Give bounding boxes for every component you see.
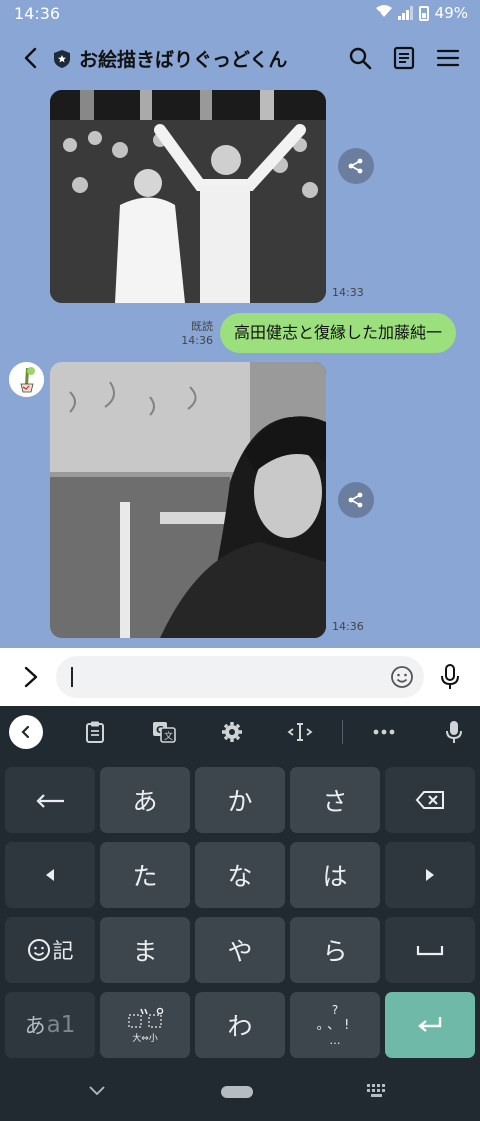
- share-button-2[interactable]: [338, 482, 374, 518]
- chat-area[interactable]: 14:33 既読 14:36 高田健志と復縁した加藤純一 14:36: [0, 88, 480, 648]
- dakuten-sub-label: 大⇔小: [132, 1033, 158, 1044]
- message-image-portrait[interactable]: [50, 362, 326, 638]
- message-input[interactable]: [56, 656, 424, 698]
- clipboard-icon: [86, 721, 104, 743]
- crowd-photo: [50, 90, 326, 303]
- emoji-symbol-key[interactable]: 記: [5, 917, 95, 983]
- key-ta[interactable]: た: [100, 842, 190, 908]
- share-icon: [348, 492, 363, 508]
- text-cursor-icon: [287, 723, 313, 741]
- status-bar: 14:36 5 49%: [0, 0, 480, 28]
- mic-icon[interactable]: [440, 663, 460, 691]
- dakuten-key[interactable]: 大⇔小: [100, 992, 190, 1058]
- battery-icon: [418, 5, 429, 21]
- keyboard-toolbar: G文: [0, 706, 480, 758]
- translate-icon: G文: [153, 722, 176, 743]
- dakuten-icon: [128, 1007, 164, 1028]
- collapse-keyboard-icon[interactable]: [89, 1086, 105, 1096]
- expand-chevron-icon[interactable]: [22, 665, 40, 689]
- read-label: 既読: [191, 320, 213, 333]
- key-na[interactable]: な: [195, 842, 285, 908]
- toolbar-divider: [342, 720, 343, 744]
- left-arrow-key[interactable]: [5, 842, 95, 908]
- message-image-crowd[interactable]: [50, 90, 326, 303]
- system-nav-bar: [0, 1071, 480, 1121]
- message-time-2: 14:36: [181, 334, 213, 347]
- settings-icon: [222, 722, 242, 742]
- share-icon: [348, 158, 363, 174]
- mic-icon: [446, 721, 462, 743]
- clipboard-button[interactable]: [81, 718, 109, 746]
- key-ka[interactable]: か: [195, 767, 285, 833]
- shield-icon: [54, 50, 70, 68]
- emoji-face-icon: [27, 939, 50, 961]
- emoji-icon[interactable]: [390, 665, 414, 689]
- space-key[interactable]: [385, 917, 475, 983]
- svg-text:文: 文: [164, 730, 173, 742]
- more-button[interactable]: [370, 718, 398, 746]
- battery-percent: 49%: [434, 4, 468, 22]
- emoji-key-label: 記: [52, 939, 74, 963]
- punctuation-key[interactable]: ? 。、! …: [290, 992, 380, 1058]
- status-time: 14:36: [14, 4, 61, 23]
- punct-main-label: 。、!: [316, 1018, 354, 1033]
- undo-key[interactable]: [5, 767, 95, 833]
- key-ra[interactable]: ら: [290, 917, 380, 983]
- left-arrow-icon: [46, 869, 54, 881]
- enter-key[interactable]: [385, 992, 475, 1058]
- wifi-icon: 5: [375, 5, 392, 21]
- translate-button[interactable]: G文: [150, 718, 178, 746]
- enter-icon: [418, 1017, 442, 1032]
- status-icons: 5 49%: [375, 4, 468, 22]
- read-receipt: 既読 14:36: [178, 320, 213, 348]
- search-icon[interactable]: [347, 45, 373, 71]
- home-pill[interactable]: [221, 1086, 253, 1098]
- portrait-photo: [50, 362, 326, 638]
- avatar-icon: [9, 362, 44, 397]
- more-icon: [373, 729, 395, 735]
- message-input-bar: [0, 648, 480, 706]
- punct-bottom-label: …: [329, 1034, 341, 1047]
- key-sa[interactable]: さ: [290, 767, 380, 833]
- keyboard-mic-button[interactable]: [440, 718, 468, 746]
- menu-icon[interactable]: [435, 45, 461, 71]
- mode-main-label: あ: [24, 1014, 46, 1038]
- signal-icon: [397, 6, 413, 20]
- share-button-1[interactable]: [338, 148, 374, 184]
- backspace-key[interactable]: [385, 767, 475, 833]
- chat-title: お絵描きばりぐっどくん: [79, 49, 288, 71]
- text-cursor-button[interactable]: [286, 718, 314, 746]
- key-a[interactable]: あ: [100, 767, 190, 833]
- right-arrow-key[interactable]: [385, 842, 475, 908]
- key-ha[interactable]: は: [290, 842, 380, 908]
- chat-header: お絵描きばりぐっどくん: [0, 28, 480, 88]
- key-ma[interactable]: ま: [100, 917, 190, 983]
- back-arrow-icon[interactable]: [20, 46, 42, 70]
- space-icon: [416, 946, 444, 956]
- back-icon: [21, 725, 30, 739]
- keyboard-switch-icon[interactable]: [367, 1084, 387, 1098]
- key-ya[interactable]: や: [195, 917, 285, 983]
- backspace-icon: [415, 791, 444, 809]
- undo-arrow-icon: [36, 794, 64, 808]
- sender-avatar[interactable]: [9, 362, 44, 397]
- mode-sub-label: a1: [46, 1012, 76, 1038]
- message-time-3: 14:36: [332, 620, 364, 633]
- settings-button[interactable]: [218, 718, 246, 746]
- network-label: 5: [375, 11, 382, 21]
- mode-switch-key[interactable]: あ a1: [5, 992, 95, 1058]
- outgoing-message-bubble[interactable]: 高田健志と復縁した加藤純一: [220, 313, 457, 353]
- message-time-1: 14:33: [332, 286, 364, 299]
- notes-icon[interactable]: [391, 45, 417, 71]
- keyboard: G文 あ か さ た な は 記 ま や ら あ a1 大⇔小 わ ? 。、! …: [0, 706, 480, 1121]
- key-wa[interactable]: わ: [195, 992, 285, 1058]
- punct-top-label: ?: [331, 1003, 339, 1017]
- keyboard-back-button[interactable]: [9, 715, 43, 749]
- text-caret: [71, 667, 73, 687]
- right-arrow-icon: [426, 869, 434, 881]
